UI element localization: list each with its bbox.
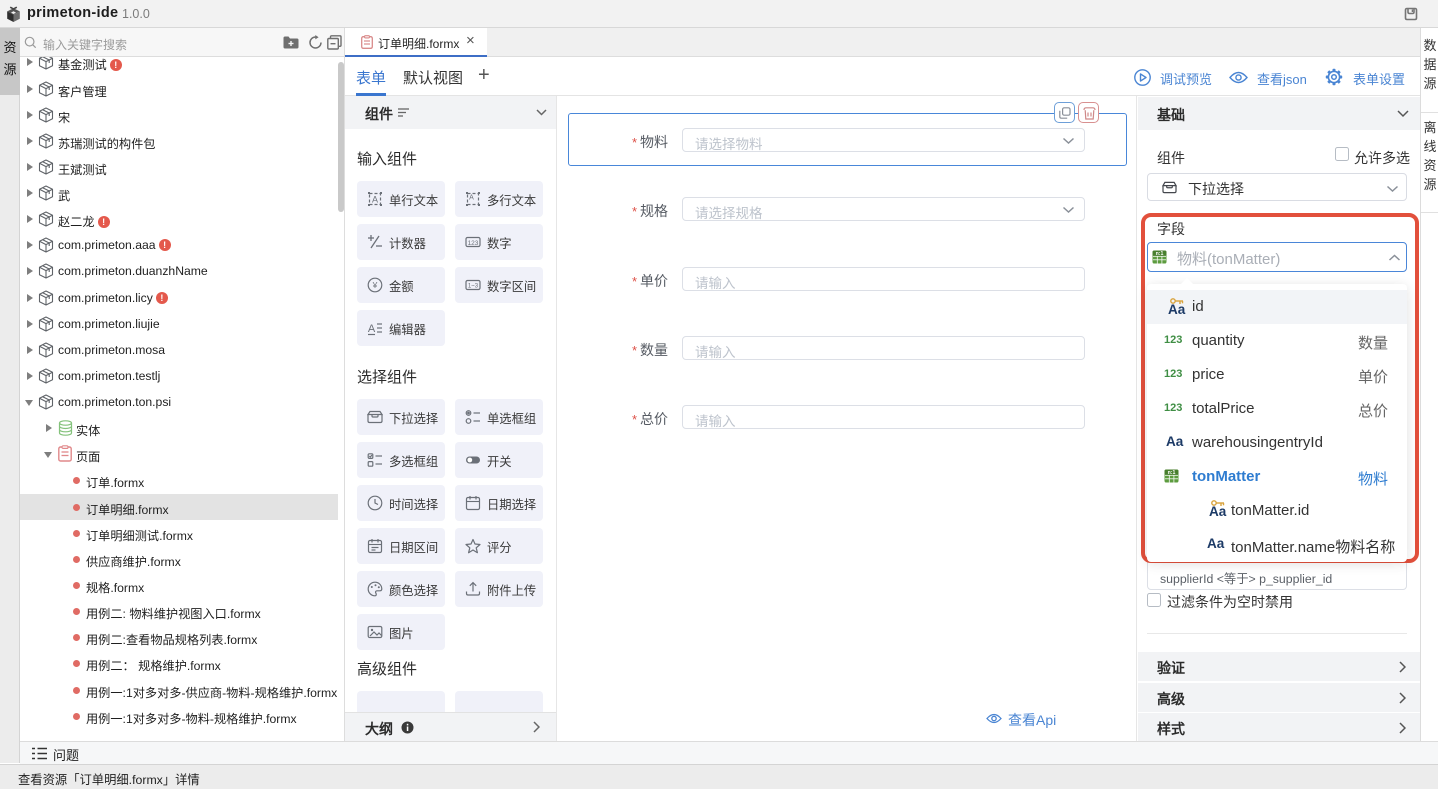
svg-text:n:1: n:1 [1168, 470, 1176, 476]
svg-text:A: A [372, 195, 378, 205]
svg-text:1~3: 1~3 [468, 284, 479, 290]
svg-text:n:1: n:1 [1156, 251, 1164, 257]
svg-text:A: A [469, 195, 474, 202]
svg-text:123: 123 [468, 240, 479, 247]
svg-text:A: A [368, 323, 376, 335]
svg-text:¥: ¥ [372, 280, 378, 290]
